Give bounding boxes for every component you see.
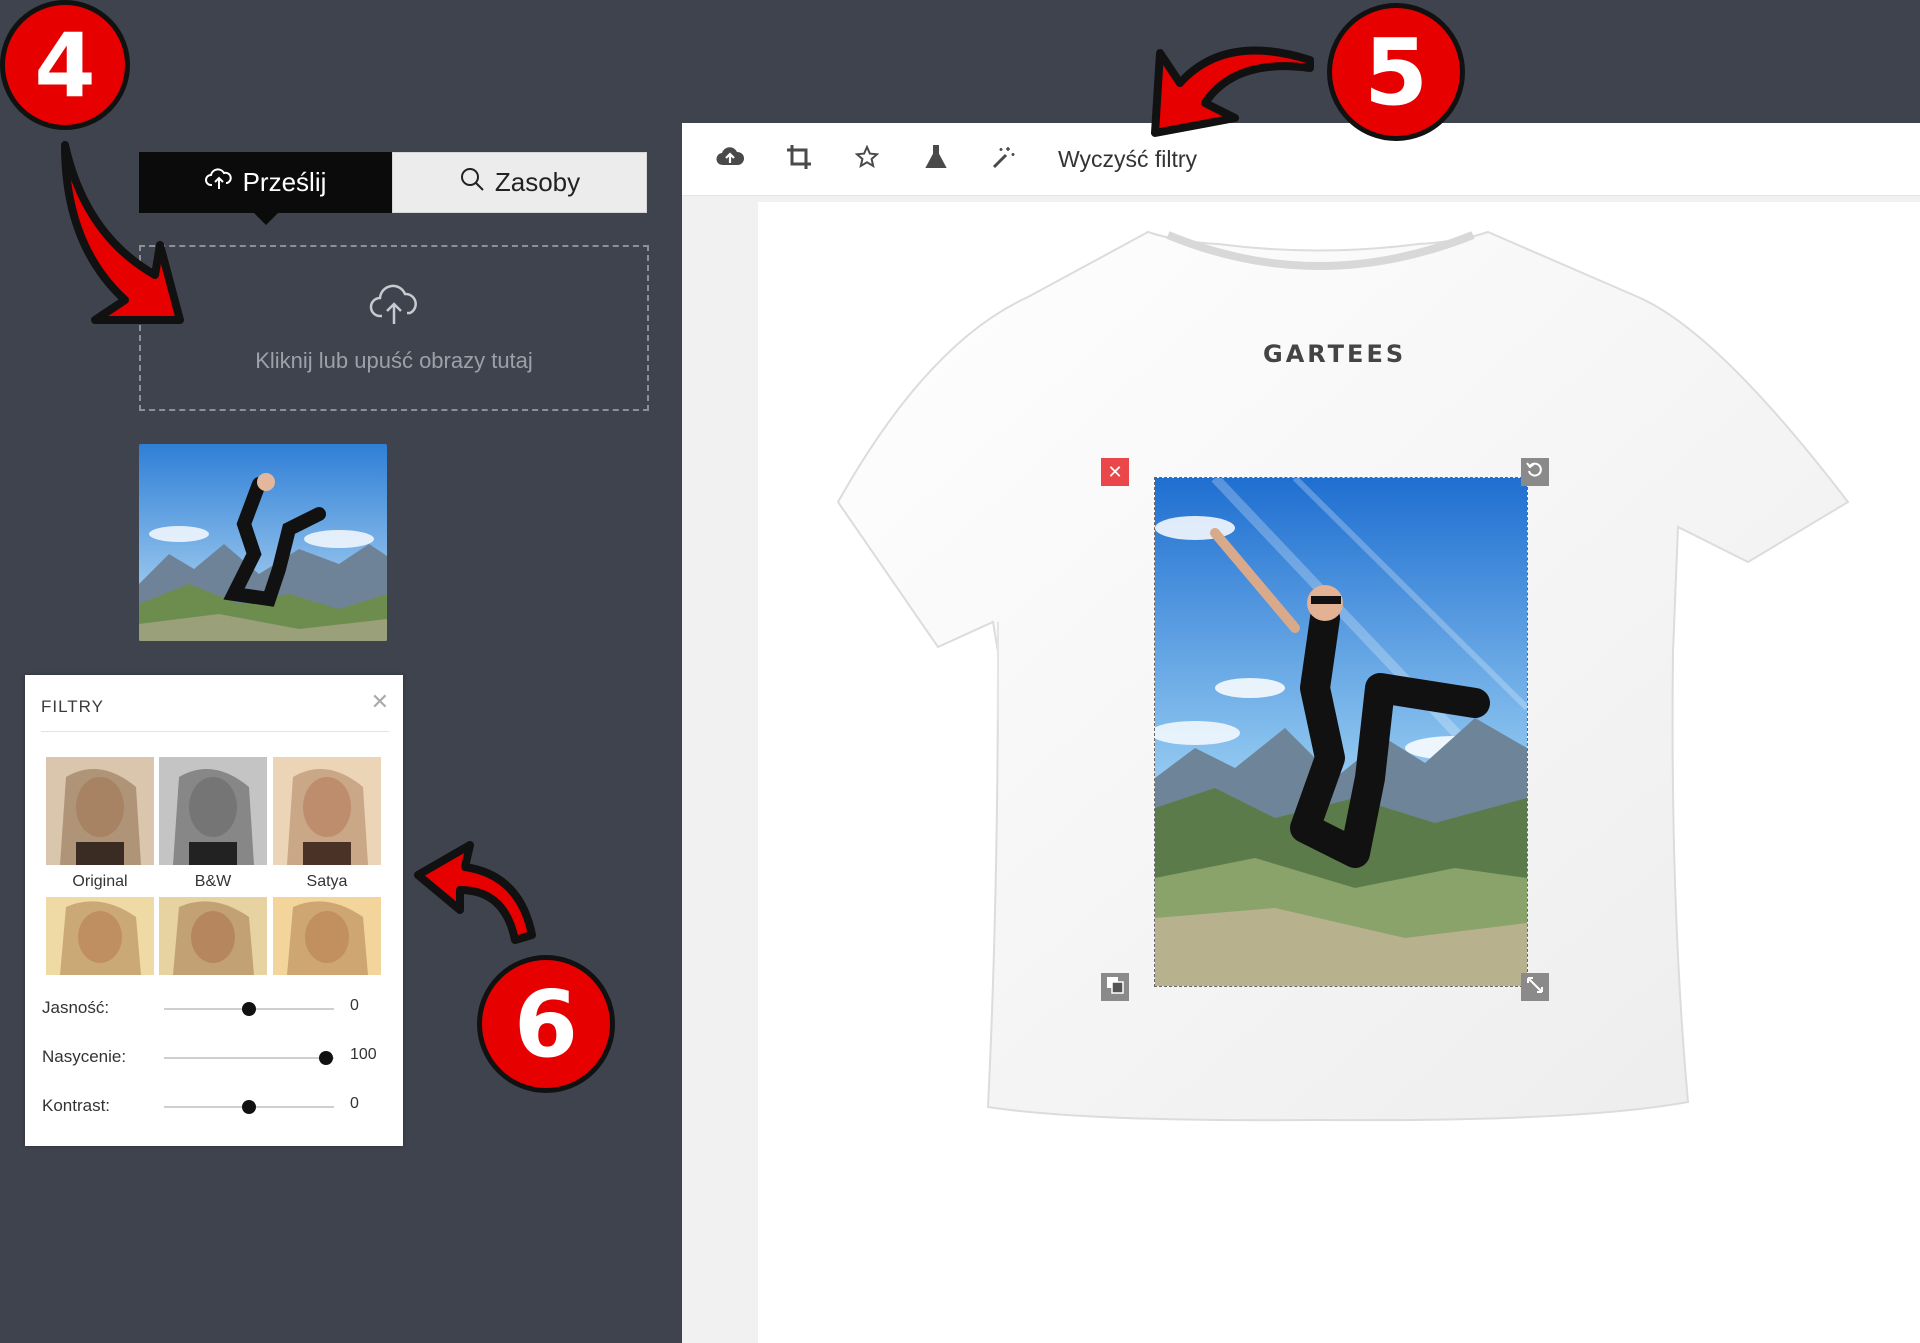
flask-icon bbox=[924, 144, 948, 175]
slider-knob[interactable] bbox=[318, 1051, 333, 1065]
contrast-slider-row: Kontrast: 0 bbox=[42, 1091, 392, 1121]
annotation-arrow-4 bbox=[61, 141, 184, 324]
tab-upload-label: Prześlij bbox=[242, 167, 327, 197]
upload-button[interactable] bbox=[712, 141, 748, 177]
filter-label: Original bbox=[72, 873, 128, 890]
cloud-upload-icon bbox=[368, 282, 420, 332]
delete-handle[interactable]: ✕ bbox=[1101, 458, 1129, 486]
filter-bw[interactable] bbox=[159, 757, 267, 865]
shirt-brand-label: GARTEES bbox=[1263, 340, 1407, 368]
search-icon bbox=[459, 166, 485, 199]
crop-icon bbox=[786, 144, 812, 175]
cloud-upload-icon bbox=[716, 146, 745, 173]
rotate-handle[interactable] bbox=[1521, 458, 1549, 486]
annotation-badge-4: 4 bbox=[0, 0, 130, 130]
slider-knob[interactable] bbox=[242, 1100, 256, 1114]
filter-original[interactable] bbox=[46, 757, 154, 865]
slider-label: Jasność: bbox=[42, 998, 110, 1017]
saturation-slider[interactable] bbox=[164, 1051, 334, 1065]
resize-handle[interactable] bbox=[1521, 973, 1549, 1001]
close-icon[interactable]: ✕ bbox=[371, 689, 389, 715]
annotation-badge-6: 6 bbox=[477, 955, 615, 1093]
editor-area: Wyczyść filtry GARTEES ✕ bbox=[682, 123, 1920, 1343]
clear-filters-button[interactable]: Wyczyść filtry bbox=[1058, 141, 1197, 177]
magic-button[interactable] bbox=[986, 141, 1022, 177]
saturation-slider-row: Nasycenie: 100 bbox=[42, 1042, 392, 1072]
design-canvas: GARTEES ✕ bbox=[758, 202, 1920, 1343]
slider-value: 0 bbox=[350, 1095, 359, 1112]
filters-panel: FILTRY ✕ Original B&W Satya Jasność: 0 N… bbox=[25, 675, 403, 1146]
star-icon bbox=[854, 144, 880, 174]
brightness-slider-row: Jasność: 0 bbox=[42, 993, 392, 1023]
layer-handle[interactable] bbox=[1101, 973, 1129, 1001]
filter-satya[interactable] bbox=[273, 757, 381, 865]
rotate-icon bbox=[1526, 461, 1544, 484]
brightness-slider[interactable] bbox=[164, 1002, 334, 1016]
annotation-arrow-6 bbox=[414, 841, 536, 944]
magic-wand-icon bbox=[991, 144, 1017, 175]
placed-image[interactable] bbox=[1154, 477, 1528, 987]
close-icon: ✕ bbox=[1107, 461, 1123, 482]
tab-assets-label: Zasoby bbox=[494, 167, 581, 197]
uploaded-image-thumbnail[interactable] bbox=[139, 444, 387, 641]
crop-button[interactable] bbox=[781, 141, 817, 177]
annotation-arrow-5 bbox=[1151, 46, 1314, 137]
resize-icon bbox=[1526, 976, 1544, 999]
tab-assets[interactable]: Zasoby bbox=[392, 152, 647, 213]
filter-label: B&W bbox=[194, 873, 232, 890]
sidebar-tabs: Prześlij Zasoby bbox=[139, 152, 647, 225]
slider-label: Kontrast: bbox=[42, 1096, 111, 1115]
favorite-button[interactable] bbox=[849, 141, 885, 177]
dropzone-text: Kliknij lub upuść obrazy tutaj bbox=[255, 348, 533, 373]
cloud-upload-icon bbox=[204, 167, 233, 198]
filter-tile[interactable] bbox=[46, 897, 154, 975]
divider bbox=[41, 731, 389, 732]
contrast-slider[interactable] bbox=[164, 1100, 334, 1114]
filters-title: FILTRY bbox=[41, 697, 104, 716]
upload-dropzone[interactable]: Kliknij lub upuść obrazy tutaj bbox=[139, 245, 649, 411]
filter-tile[interactable] bbox=[159, 897, 267, 975]
annotation-badge-5: 5 bbox=[1327, 3, 1465, 141]
filters-button[interactable] bbox=[918, 141, 954, 177]
canvas-background: GARTEES ✕ bbox=[682, 196, 1920, 1343]
slider-value: 100 bbox=[350, 1046, 377, 1063]
slider-knob[interactable] bbox=[242, 1002, 256, 1016]
filter-label: Satya bbox=[306, 873, 348, 890]
slider-value: 0 bbox=[350, 997, 359, 1014]
slider-label: Nasycenie: bbox=[42, 1047, 127, 1066]
filter-tile[interactable] bbox=[273, 897, 381, 975]
layers-icon bbox=[1106, 976, 1124, 999]
